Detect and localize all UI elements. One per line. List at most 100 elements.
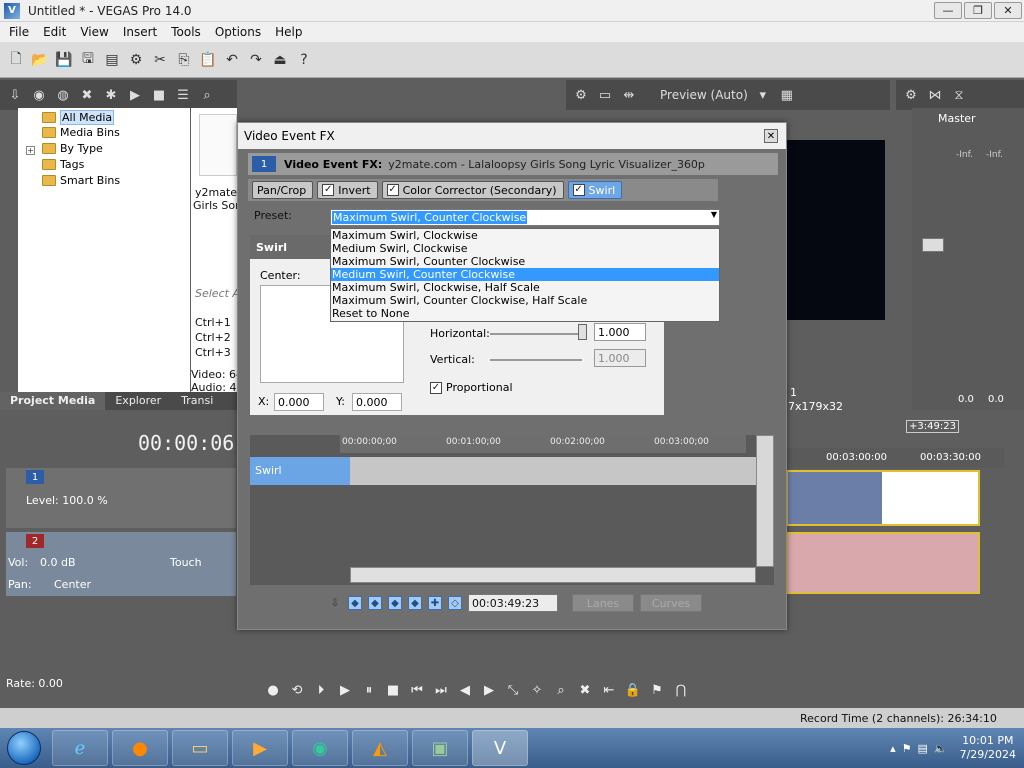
preset-option[interactable]: Maximum Swirl, Clockwise, Half Scale [331,281,719,294]
play-icon[interactable]: ▶ [126,86,144,104]
timeline-ruler[interactable]: 00:03:00:00 00:03:30:00 [786,448,1004,468]
add-keyframe-icon[interactable]: ✚ [428,596,442,610]
network-icon[interactable]: ▤ [917,742,927,755]
media-player-icon[interactable]: ▶ [232,730,288,766]
preset-option[interactable]: Maximum Swirl, Counter Clockwise [331,255,719,268]
search-field[interactable]: Select A [195,287,240,300]
keyframe-lane[interactable] [350,457,756,485]
delete-keyframe-icon[interactable]: ◇ [448,596,462,610]
keyframe-horizontal-scrollbar[interactable] [350,567,756,583]
split-icon[interactable]: ⇹ [620,86,638,104]
play-icon[interactable]: ▶ [336,681,354,699]
network-app-icon[interactable]: ▣ [412,730,468,766]
volume-icon[interactable]: 🔈 [934,742,948,755]
close-button[interactable]: ✕ [994,2,1022,19]
pan-value[interactable]: Center [54,578,91,591]
plugin-color-corrector[interactable]: ✓ Color Corrector (Secondary) [381,181,564,199]
render-icon[interactable]: ▤ [102,50,122,70]
marker-icon[interactable]: ⚑ [648,681,666,699]
record-icon[interactable]: ● [264,681,282,699]
paste-icon[interactable]: 📋 [198,50,218,70]
delete-icon[interactable]: ✖ [576,681,594,699]
tree-item-smart-bins[interactable]: Smart Bins [42,174,120,187]
keyframe-vertical-scrollbar[interactable] [756,435,774,567]
mixer-adjust-icon[interactable]: ⧖ [950,86,968,104]
preset-option[interactable]: Medium Swirl, Clockwise [331,242,719,255]
preset-dropdown[interactable]: Maximum Swirl, Counter Clockwise ▼ [330,209,720,226]
redo-icon[interactable]: ↷ [246,50,266,70]
plugin-enabled-checkbox[interactable]: ✓ [386,184,399,196]
new-file-icon[interactable]: 🗋 [6,50,26,70]
tab-transitions[interactable]: Transi [171,392,223,410]
go-to-start-icon[interactable]: ⏮ [408,681,426,699]
dialog-close-button[interactable]: ✕ [764,129,778,143]
keyframe-track-label[interactable]: Swirl [250,457,350,485]
menu-options[interactable]: Options [208,25,268,39]
minimize-button[interactable]: — [934,2,962,19]
master-fader[interactable] [922,238,944,252]
save-as-icon[interactable]: 🖫 [78,50,98,70]
tab-project-media[interactable]: Project Media [0,392,106,410]
horizontal-input[interactable]: 1.000 [594,323,646,341]
expand-icon[interactable]: + [26,146,35,155]
undo-icon[interactable]: ↶ [222,50,242,70]
maximize-button[interactable]: ❐ [964,2,992,19]
preview-quality-dropdown[interactable]: Preview (Auto) [660,88,748,102]
next-frame-icon[interactable]: ▶ [480,681,498,699]
preview-settings-icon[interactable]: ⚙ [572,86,590,104]
cut-icon[interactable]: ✂ [150,50,170,70]
preset-option[interactable]: Reset to None [331,307,719,320]
settings-gear-icon[interactable]: ⚙ [126,50,146,70]
tab-explorer[interactable]: Explorer [105,392,171,410]
start-button[interactable] [0,728,48,768]
keyframe-time-input[interactable]: 00:03:49:23 [468,594,558,612]
lock-icon[interactable]: 🔒 [624,681,642,699]
zoom-tool-icon[interactable]: ⌕ [552,681,570,699]
mixer-gear-icon[interactable]: ⚙ [902,86,920,104]
first-keyframe-icon[interactable]: ◆ [348,596,362,610]
keyframe-ruler[interactable]: 00:00:00;00 00:01:00;00 00:02:00;00 00:0… [340,435,746,453]
plugin-enabled-checkbox[interactable]: ✓ [322,184,335,196]
plugin-swirl[interactable]: ✓ Swirl [567,181,623,199]
capture-icon[interactable]: ◉ [30,86,48,104]
chevron-down-icon[interactable]: ▼ [711,210,717,219]
open-folder-icon[interactable]: 📂 [30,50,50,70]
proportional-checkbox[interactable]: ✓ Proportional [430,381,513,394]
remove-icon[interactable]: ✖ [78,86,96,104]
menu-file[interactable]: File [2,25,36,39]
preset-option-highlighted[interactable]: Medium Swirl, Counter Clockwise [331,268,719,281]
action-center-flag-icon[interactable]: ⚑ [902,742,912,755]
copy-icon[interactable]: ⎘ [174,50,194,70]
video-event[interactable] [786,470,980,526]
help-icon[interactable]: ? [294,50,314,70]
tree-item-tags[interactable]: Tags [42,158,84,171]
tree-item-media-bins[interactable]: Media Bins [42,126,120,139]
plugin-enabled-checkbox[interactable]: ✓ [572,184,585,196]
edit-tool-icon[interactable]: ⤡ [504,681,522,699]
tray-chevron-icon[interactable]: ▴ [890,742,896,755]
import-media-icon[interactable]: ⇩ [6,86,24,104]
menu-tools[interactable]: Tools [164,25,208,39]
media-center-icon[interactable]: ◉ [292,730,348,766]
y-input[interactable]: 0.000 [352,393,402,411]
get-media-icon[interactable]: ◍ [54,86,72,104]
media-thumbnail[interactable] [199,114,237,176]
internet-explorer-icon[interactable]: ℯ [52,730,108,766]
vegas-taskbar-icon[interactable]: V [472,730,528,766]
trim-icon[interactable]: ⇤ [600,681,618,699]
curves-button[interactable]: Curves [640,594,702,612]
x-input[interactable]: 0.000 [274,393,324,411]
plugin-invert[interactable]: ✓ Invert [317,181,378,199]
save-icon[interactable]: 💾 [54,50,74,70]
media-item-name[interactable]: y2mate. [195,186,241,199]
prev-frame-icon[interactable]: ◀ [456,681,474,699]
eject-icon[interactable]: ⏏ [270,50,290,70]
firefox-icon[interactable]: ● [112,730,168,766]
menu-insert[interactable]: Insert [116,25,164,39]
automation-touch[interactable]: Touch [170,556,202,569]
stop-icon[interactable]: ■ [384,681,402,699]
horizontal-slider-track[interactable] [490,333,582,335]
file-explorer-icon[interactable]: ▭ [172,730,228,766]
vol-value[interactable]: 0.0 dB [40,556,76,569]
last-keyframe-icon[interactable]: ◆ [408,596,422,610]
